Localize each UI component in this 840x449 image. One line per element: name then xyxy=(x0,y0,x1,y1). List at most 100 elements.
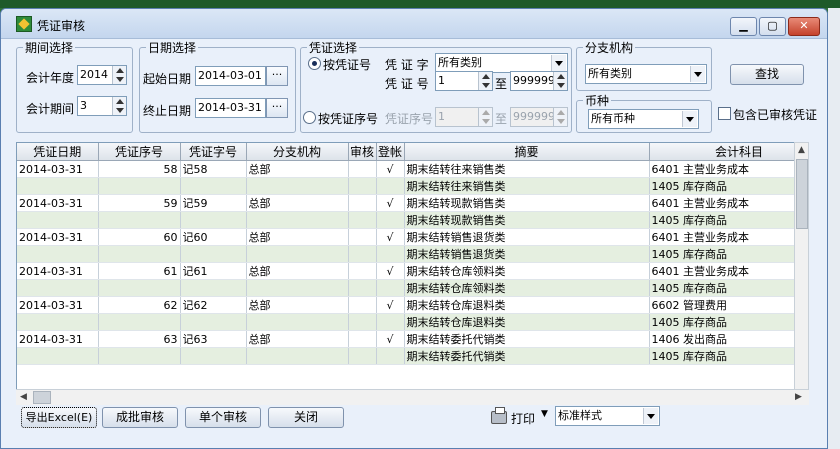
horizontal-scrollbar[interactable]: ◀ ▶ xyxy=(16,389,809,405)
cell-col-account: 6602 管理费用 xyxy=(649,296,808,314)
print-style-select[interactable]: 标准样式 xyxy=(555,406,660,426)
search-button[interactable]: 查找 xyxy=(730,64,804,85)
vertical-scroll-thumb[interactable] xyxy=(796,159,808,229)
cell-col-post: √ xyxy=(376,330,405,348)
cell-col-summary: 期末结转仓库退料类 xyxy=(404,313,650,331)
scroll-up-icon[interactable]: ▲ xyxy=(798,145,805,155)
table-row[interactable]: 2014-03-31 60 记60 总部 √ 期末结转销售退货类 6401 主营业务成本 xyxy=(17,228,808,246)
table-row[interactable]: 2014-03-31 61 记61 总部 √ 期末结转仓库领料类 6401 主营业务成本 xyxy=(17,262,808,280)
minimize-button[interactable]: ▁ xyxy=(730,17,757,36)
year-value: 2014 xyxy=(80,68,108,81)
horizontal-scroll-thumb[interactable] xyxy=(33,391,51,404)
seq-from-stepper[interactable]: 1 xyxy=(435,107,493,127)
table-row[interactable]: 2014-03-31 58 记58 总部 √ 期末结转往来销售类 6401 主营业务成本 xyxy=(17,160,808,178)
period-spin-icon[interactable] xyxy=(112,97,126,115)
cell-col-post: √ xyxy=(376,194,405,212)
cell-col-date xyxy=(17,347,99,365)
cell-col-branch: 总部 xyxy=(246,228,349,246)
cell-col-branch xyxy=(246,279,349,297)
year-spin-icon[interactable] xyxy=(112,66,126,84)
cell-col-account: 6401 主营业务成本 xyxy=(649,228,808,246)
include-audited-checkbox[interactable] xyxy=(718,107,731,120)
cell-col-number: 记58 xyxy=(180,160,247,178)
scroll-left-icon[interactable]: ◀ xyxy=(20,392,27,402)
year-stepper[interactable]: 2014 xyxy=(77,65,127,85)
end-date-picker-button[interactable]: ··· xyxy=(266,98,288,118)
by-seq-label[interactable]: 按凭证序号 xyxy=(318,110,378,127)
cell-col-audit xyxy=(348,194,377,212)
include-audited-label[interactable]: 包含已审核凭证 xyxy=(733,106,817,123)
cell-col-number: 记63 xyxy=(180,330,247,348)
cell-col-post: √ xyxy=(376,228,405,246)
scroll-right-icon[interactable]: ▶ xyxy=(795,392,802,402)
cell-col-seq xyxy=(98,211,181,229)
voucher-type-select[interactable]: 所有类别 xyxy=(435,53,568,73)
branch-select[interactable]: 所有类别 xyxy=(585,64,707,84)
period-group: 期间选择 会计年度 2014 会计期间 3 xyxy=(16,39,133,133)
start-date-picker-button[interactable]: ··· xyxy=(266,66,288,86)
currency-select[interactable]: 所有币种 xyxy=(588,109,699,129)
table-row[interactable]: 期末结转仓库退料类 1405 库存商品 xyxy=(17,313,808,331)
cell-col-audit xyxy=(348,279,377,297)
number-from-spin-icon[interactable] xyxy=(478,72,492,90)
by-number-label[interactable]: 按凭证号 xyxy=(323,56,371,73)
currency-dropdown-icon[interactable] xyxy=(682,111,697,127)
cell-col-account: 6401 主营业务成本 xyxy=(649,160,808,178)
vertical-scrollbar[interactable]: ▲ xyxy=(794,142,809,405)
print-label[interactable]: 打印 xyxy=(511,410,535,427)
cell-col-seq xyxy=(98,177,181,195)
window-title: 凭证审核 xyxy=(37,19,86,33)
end-date-input[interactable]: 2014-03-31 xyxy=(195,98,266,118)
print-menu-arrow-icon[interactable]: ▼ xyxy=(541,409,548,419)
close-button[interactable]: 关闭 xyxy=(268,407,344,428)
header-col-audit[interactable]: 审核 xyxy=(348,143,377,161)
table-row[interactable]: 期末结转仓库领料类 1405 库存商品 xyxy=(17,279,808,297)
printer-icon[interactable] xyxy=(491,407,507,424)
header-col-post[interactable]: 登帐 xyxy=(376,143,405,161)
number-from-stepper[interactable]: 1 xyxy=(435,71,493,91)
cell-col-date xyxy=(17,177,99,195)
cell-col-summary: 期末结转往来销售类 xyxy=(404,160,650,178)
header-col-number[interactable]: 凭证字号 xyxy=(180,143,247,161)
header-col-seq[interactable]: 凭证序号 xyxy=(98,143,181,161)
table-row[interactable]: 期末结转销售退货类 1405 库存商品 xyxy=(17,245,808,263)
voucher-number-label: 凭 证 号 xyxy=(385,77,429,91)
seq-from-spin-icon[interactable] xyxy=(478,108,492,126)
cell-col-seq xyxy=(98,313,181,331)
table-row[interactable]: 2014-03-31 59 记59 总部 √ 期末结转现款销售类 6401 主营业务成本 xyxy=(17,194,808,212)
batch-audit-button[interactable]: 成批审核 xyxy=(102,407,178,428)
header-col-account[interactable]: 会计科目 xyxy=(649,143,808,161)
title-bar[interactable]: 凭证审核 ▁ ▢ ✕ xyxy=(1,9,827,39)
header-col-branch[interactable]: 分支机构 xyxy=(246,143,349,161)
by-seq-radio[interactable] xyxy=(303,111,316,124)
cell-col-branch xyxy=(246,211,349,229)
cell-col-branch: 总部 xyxy=(246,160,349,178)
seq-to-stepper[interactable]: 999999 xyxy=(510,107,568,127)
table-row[interactable]: 期末结转现款销售类 1405 库存商品 xyxy=(17,211,808,229)
header-col-date[interactable]: 凭证日期 xyxy=(17,143,99,161)
number-to-spin-icon[interactable] xyxy=(553,72,567,90)
voucher-type-dropdown-icon[interactable] xyxy=(551,55,566,71)
table-row[interactable]: 期末结转委托代销类 1405 库存商品 xyxy=(17,347,808,365)
maximize-button[interactable]: ▢ xyxy=(759,17,786,36)
close-window-button[interactable]: ✕ xyxy=(788,17,820,36)
print-style-value: 标准样式 xyxy=(558,409,602,422)
cell-col-account: 1405 库存商品 xyxy=(649,177,808,195)
minimize-icon: ▁ xyxy=(739,19,748,32)
branch-dropdown-icon[interactable] xyxy=(690,66,705,82)
cell-col-summary: 期末结转现款销售类 xyxy=(404,194,650,212)
export-excel-button[interactable]: 导出Excel(E) xyxy=(21,407,97,428)
header-col-summary[interactable]: 摘要 xyxy=(404,143,650,161)
table-row[interactable]: 2014-03-31 63 记63 总部 √ 期末结转委托代销类 1406 发出商品 xyxy=(17,330,808,348)
period-stepper[interactable]: 3 xyxy=(77,96,127,116)
single-audit-button[interactable]: 单个审核 xyxy=(185,407,261,428)
table-row[interactable]: 2014-03-31 62 记62 总部 √ 期末结转仓库退料类 6602 管理费用 xyxy=(17,296,808,314)
by-number-radio[interactable] xyxy=(308,57,321,70)
seq-to-spin-icon[interactable] xyxy=(553,108,567,126)
number-from-value: 1 xyxy=(438,74,445,87)
print-style-dropdown-icon[interactable] xyxy=(643,408,658,424)
table-row[interactable]: 期末结转往来销售类 1405 库存商品 xyxy=(17,177,808,195)
number-to-stepper[interactable]: 999999 xyxy=(510,71,568,91)
cell-col-branch xyxy=(246,177,349,195)
start-date-input[interactable]: 2014-03-01 xyxy=(195,66,266,86)
